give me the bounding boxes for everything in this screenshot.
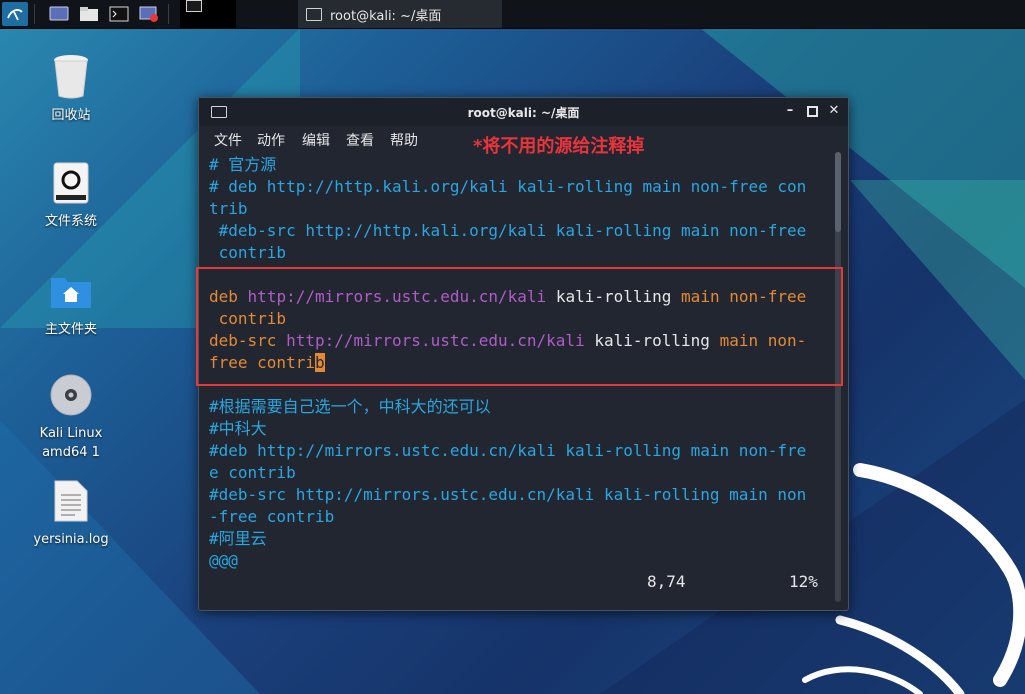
- terminal-title: root@kali: ~/桌面: [467, 106, 580, 120]
- text-line: @@@: [209, 551, 238, 570]
- scrollbar-thumb[interactable]: [835, 152, 841, 232]
- taskbar-window-title: root@kali: ~/桌面: [330, 8, 442, 24]
- text-line: #中科大: [209, 419, 267, 438]
- menu-actions[interactable]: 动作: [257, 130, 285, 150]
- text-line: #deb-src http://mirrors.ustc.edu.cn/kali…: [209, 485, 807, 504]
- desktop-icon-label-line1: Kali Linux: [39, 426, 103, 441]
- text-line: #deb http://mirrors.ustc.edu.cn/kali kal…: [209, 441, 807, 460]
- terminal-titlebar[interactable]: root@kali: ~/桌面 – ✕: [199, 98, 848, 126]
- workspace-1[interactable]: [186, 0, 202, 12]
- home-folder-icon: [49, 268, 93, 314]
- highlight-box: [196, 267, 843, 386]
- desktop-icon-label: 文件系统: [44, 214, 97, 229]
- text-line: # deb http://http.kali.org/kali kali-rol…: [209, 177, 807, 196]
- desktop-icon-trash[interactable]: 回收站: [21, 54, 121, 125]
- desktop-icon-label: 回收站: [51, 108, 91, 123]
- trash-icon: [49, 54, 93, 100]
- panel-separator: [34, 4, 35, 24]
- scroll-percent-status: 12%: [789, 572, 818, 591]
- desktop-icon-filesystem[interactable]: 文件系统: [21, 160, 121, 231]
- text-line: e contrib: [209, 463, 296, 482]
- drive-icon: [49, 160, 93, 206]
- menu-help[interactable]: 帮助: [390, 130, 418, 150]
- show-desktop-icon[interactable]: [48, 3, 70, 25]
- text-line: -free contrib: [209, 507, 335, 526]
- panel-separator: [168, 4, 169, 24]
- text-line: #阿里云: [209, 529, 267, 548]
- desktop-icon-label: yersinia.log: [33, 532, 109, 547]
- text-line: #根据需要自己选一个，中科大的还可以: [209, 397, 491, 416]
- text-line: trib: [209, 199, 248, 218]
- desktop-icon-yersinia-log[interactable]: yersinia.log: [21, 478, 121, 549]
- text-file-icon: [49, 478, 93, 524]
- desktop-icon-label-line2: amd64 1: [42, 445, 100, 460]
- file-manager-icon[interactable]: [78, 3, 100, 25]
- desktop-icon-label: 主文件夹: [44, 322, 97, 337]
- taskbar-terminal-window[interactable]: root@kali: ~/桌面: [298, 0, 502, 28]
- top-panel: root@kali: ~/桌面: [0, 0, 1025, 29]
- text-line: # 官方源: [209, 155, 277, 174]
- terminal-window-icon: [306, 7, 322, 21]
- text-line: #deb-src http://http.kali.org/kali kali-…: [209, 221, 807, 240]
- menu-file[interactable]: 文件: [214, 130, 242, 150]
- desktop-icon-kali-disc[interactable]: Kali Linux amd64 1: [21, 372, 121, 462]
- kali-menu-icon[interactable]: [2, 2, 28, 26]
- terminal-launcher-icon[interactable]: [108, 3, 130, 25]
- cursor-position-status: 8,74: [647, 572, 686, 591]
- menu-view[interactable]: 查看: [346, 130, 374, 150]
- desktop-icon-home[interactable]: 主文件夹: [21, 268, 121, 339]
- screen-recorder-icon[interactable]: [138, 3, 160, 25]
- close-icon[interactable]: ✕: [827, 104, 841, 118]
- minimize-icon[interactable]: –: [783, 104, 797, 118]
- maximize-icon[interactable]: [805, 104, 819, 118]
- text-line: contrib: [209, 243, 287, 262]
- menu-edit[interactable]: 编辑: [302, 130, 330, 150]
- disc-icon: [49, 372, 93, 418]
